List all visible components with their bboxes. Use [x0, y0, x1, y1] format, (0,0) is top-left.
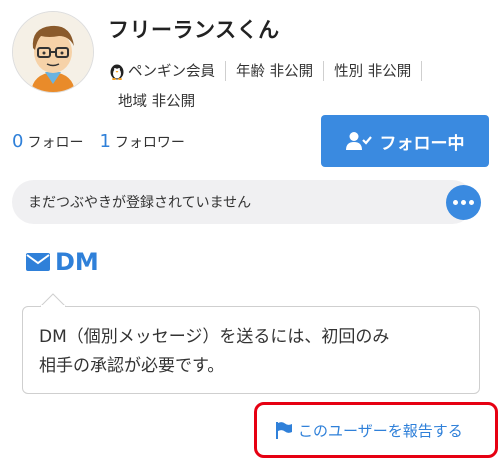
dm-link[interactable]: DM [26, 248, 99, 276]
report-user-link[interactable]: このユーザーを報告する [276, 420, 463, 441]
following-count[interactable]: 0 [12, 131, 23, 152]
follow-stats: 0 フォロー 1 フォロワー [12, 131, 185, 152]
dm-tooltip-line1: DM（個別メッセージ）を送るには、初回のみ [39, 327, 390, 347]
flag-icon [276, 422, 292, 439]
followers-label[interactable]: フォロワー [115, 132, 185, 152]
followers-count[interactable]: 1 [99, 131, 110, 152]
tweet-empty-text: まだつぶやきが登録されていません [28, 195, 252, 211]
divider [225, 60, 226, 81]
divider [421, 60, 423, 81]
user-check-icon [345, 132, 372, 150]
profile-meta: ペンギン会員 年齢 非公開 性別 非公開 [108, 60, 432, 81]
following-button[interactable]: フォロー中 [321, 115, 489, 167]
penguin-icon [110, 64, 124, 80]
region: 地域 非公開 [118, 94, 196, 110]
following-label[interactable]: フォロー [27, 132, 83, 152]
avatar [12, 11, 94, 93]
tweet-status: まだつぶやきが登録されていません [12, 180, 474, 224]
envelope-icon [26, 253, 50, 271]
more-button[interactable] [446, 185, 481, 220]
age: 年齢 非公開 [236, 64, 314, 80]
username: フリーランスくん [108, 18, 280, 42]
dm-tooltip: DM（個別メッセージ）を送るには、初回のみ 相手の承認が必要です。 [22, 306, 480, 394]
more-icon [453, 200, 458, 205]
tooltip-arrow-mask [41, 305, 65, 308]
dm-tooltip-line2: 相手の承認が必要です。 [39, 356, 225, 376]
gender: 性別 非公開 [334, 64, 412, 80]
following-button-label: フォロー中 [379, 133, 465, 154]
member-type: ペンギン会員 [128, 64, 215, 80]
divider [323, 60, 325, 81]
dm-label: DM [55, 248, 99, 276]
report-label: このユーザーを報告する [298, 422, 463, 440]
